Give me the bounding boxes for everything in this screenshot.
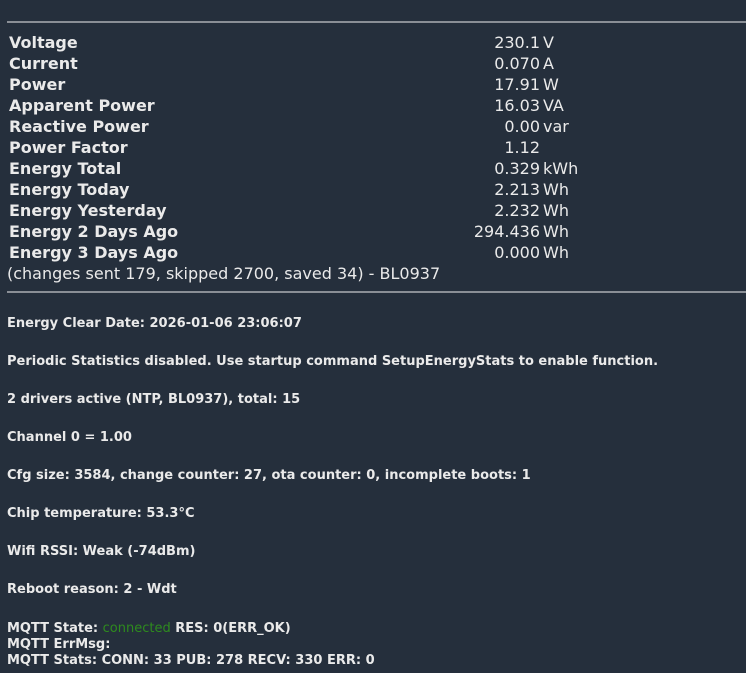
measurement-row: Reactive Power 0.00 var bbox=[7, 116, 578, 137]
measurement-unit: V bbox=[543, 33, 554, 52]
mqtt-res: RES: 0(ERR_OK) bbox=[170, 621, 291, 636]
measurement-value: 1.12 bbox=[504, 138, 540, 157]
measurement-row: Energy Yesterday 2.232 Wh bbox=[7, 200, 578, 221]
mqtt-state-label: MQTT State: bbox=[7, 621, 103, 636]
measurement-row: Energy Total 0.329 kWh bbox=[7, 158, 578, 179]
reboot-reason: Reboot reason: 2 - Wdt bbox=[7, 582, 177, 597]
measurement-value: 294.436 bbox=[473, 222, 540, 241]
measurement-value: 2.213 bbox=[494, 180, 540, 199]
mqtt-errmsg: MQTT ErrMsg: bbox=[7, 637, 111, 652]
measurement-unit: var bbox=[543, 117, 569, 136]
divider-bottom bbox=[7, 291, 746, 293]
channel-value: Channel 0 = 1.00 bbox=[7, 430, 132, 445]
measurement-row: Energy 3 Days Ago 0.000 Wh bbox=[7, 242, 578, 263]
measurement-unit: A bbox=[543, 54, 554, 73]
measurement-row: Power 17.91 W bbox=[7, 74, 578, 95]
measurements-table: Voltage 230.1 V Current 0.070 A Power 17.91 W App… bbox=[7, 32, 578, 263]
measurement-value: 230.1 bbox=[494, 33, 540, 52]
periodic-statistics: Periodic Statistics disabled. Use startu… bbox=[7, 354, 659, 369]
measurement-value: 0.00 bbox=[504, 117, 540, 136]
measurement-label: Reactive Power bbox=[9, 117, 149, 136]
measurement-unit: Wh bbox=[543, 222, 569, 241]
measurement-value: 0.000 bbox=[494, 243, 540, 262]
measurement-value: 16.03 bbox=[494, 96, 540, 115]
measurement-row: Energy 2 Days Ago 294.436 Wh bbox=[7, 221, 578, 242]
measurement-label: Power Factor bbox=[9, 138, 128, 157]
measurement-row: Power Factor 1.12 bbox=[7, 137, 578, 158]
measurement-row: Energy Today 2.213 Wh bbox=[7, 179, 578, 200]
measurement-label: Energy 2 Days Ago bbox=[9, 222, 179, 241]
measurement-label: Energy 3 Days Ago bbox=[9, 243, 179, 262]
chip-temperature: Chip temperature: 53.3°C bbox=[7, 506, 195, 521]
measurement-unit: W bbox=[543, 75, 559, 94]
measurement-unit: VA bbox=[543, 96, 564, 115]
mqtt-state-value: connected bbox=[102, 621, 171, 636]
measurement-row: Current 0.070 A bbox=[7, 53, 578, 74]
measurement-value: 17.91 bbox=[494, 75, 540, 94]
measurement-label: Apparent Power bbox=[9, 96, 155, 115]
measurement-unit: Wh bbox=[543, 243, 569, 262]
divider-top bbox=[7, 21, 746, 23]
wifi-rssi: Wifi RSSI: Weak (-74dBm) bbox=[7, 544, 196, 559]
measurement-label: Current bbox=[9, 54, 78, 73]
cfg-info: Cfg size: 3584, change counter: 27, ota … bbox=[7, 468, 531, 483]
measurement-unit: Wh bbox=[543, 201, 569, 220]
measurement-label: Power bbox=[9, 75, 66, 94]
measurement-unit bbox=[540, 137, 578, 158]
measurement-label: Voltage bbox=[9, 33, 78, 52]
measurement-unit: Wh bbox=[543, 180, 569, 199]
measurement-label: Energy Yesterday bbox=[9, 201, 167, 220]
measurement-value: 2.232 bbox=[494, 201, 540, 220]
measurement-label: Energy Today bbox=[9, 180, 130, 199]
measurement-row: Apparent Power 16.03 VA bbox=[7, 95, 578, 116]
mqtt-stats: MQTT Stats: CONN: 33 PUB: 278 RECV: 330 … bbox=[7, 653, 375, 668]
measurement-label: Energy Total bbox=[9, 159, 122, 178]
measurement-row: Voltage 230.1 V bbox=[7, 32, 578, 53]
measurement-value: 0.070 bbox=[494, 54, 540, 73]
drivers-status: 2 drivers active (NTP, BL0937), total: 1… bbox=[7, 392, 301, 407]
energy-clear-date: Energy Clear Date: 2026-01-06 23:06:07 bbox=[7, 316, 302, 331]
mqtt-state: MQTT State: connected RES: 0(ERR_OK) bbox=[7, 621, 291, 637]
changes-note: (changes sent 179, skipped 2700, saved 3… bbox=[7, 264, 441, 283]
measurement-unit: kWh bbox=[543, 159, 579, 178]
measurement-value: 0.329 bbox=[494, 159, 540, 178]
